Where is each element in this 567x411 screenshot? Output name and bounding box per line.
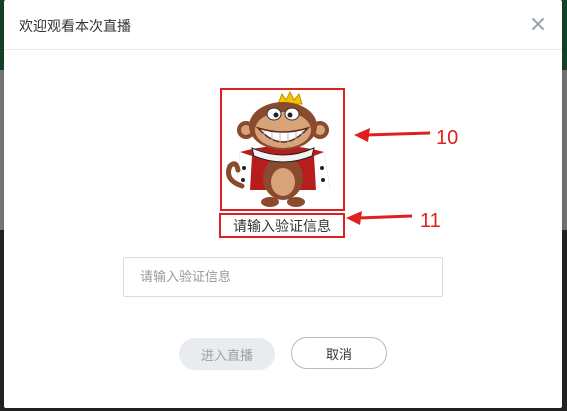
dialog-header: 欢迎观看本次直播 xyxy=(4,0,562,50)
enter-live-button[interactable]: 进入直播 xyxy=(179,338,275,370)
verification-image xyxy=(220,88,345,211)
dialog-title: 欢迎观看本次直播 xyxy=(19,19,131,35)
annotation-arrow-11 xyxy=(346,211,413,225)
annotation-arrow-10 xyxy=(354,128,431,142)
close-button[interactable] xyxy=(526,12,550,36)
annotation-number-10: 10 xyxy=(436,127,459,149)
cancel-button[interactable]: 取消 xyxy=(291,337,387,369)
monkey-king-icon xyxy=(226,90,330,207)
live-verification-dialog: 欢迎观看本次直播 请输入验证信息 请输入验证信息 进入直播 取消 xyxy=(4,0,562,408)
verification-input[interactable] xyxy=(123,257,443,297)
close-icon xyxy=(532,18,544,30)
annotation-number-11: 11 xyxy=(420,210,441,232)
verification-hint-label: 请输入验证信息 xyxy=(219,213,345,238)
